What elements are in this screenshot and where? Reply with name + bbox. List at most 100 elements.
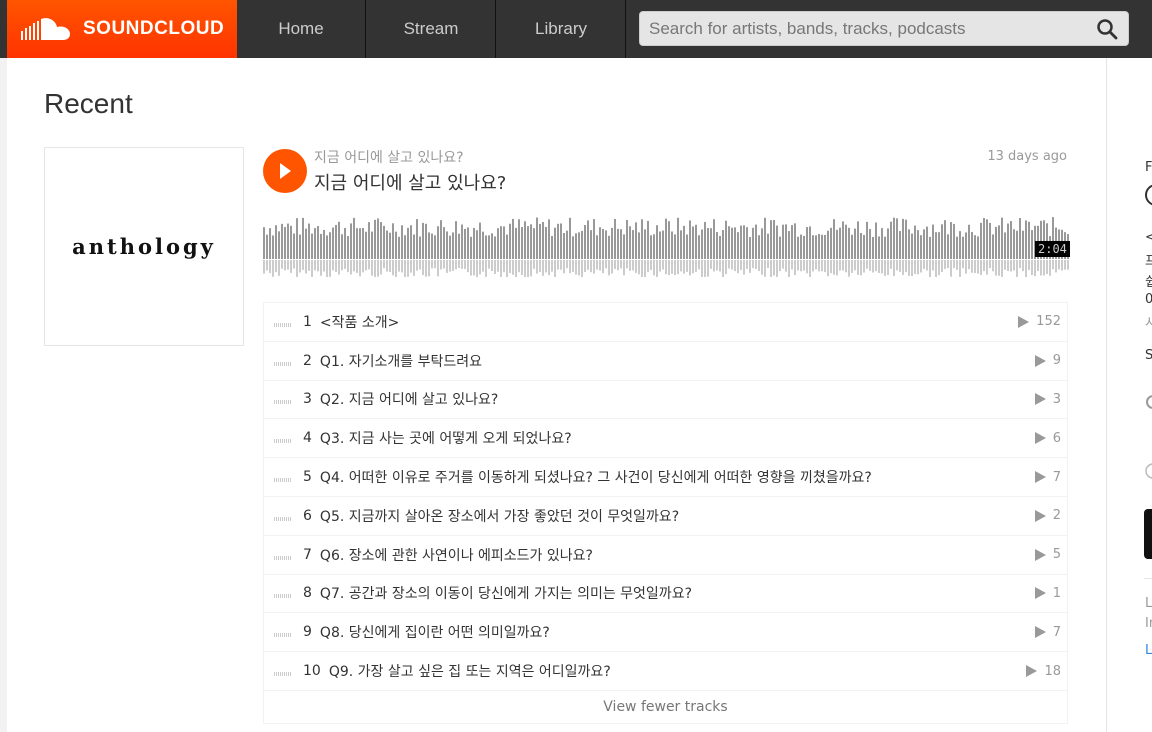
sidebar-fragment[interactable]: L xyxy=(1145,643,1152,658)
waveform-bar xyxy=(734,227,736,259)
waveform[interactable] xyxy=(263,215,1069,277)
play-count: 9 xyxy=(1034,353,1061,368)
track-title[interactable]: Q7. 공간과 장소의 이동이 당신에게 가지는 의미는 무엇일까요? xyxy=(320,583,692,603)
track-row[interactable]: 6 Q5. 지금까지 살아온 장소에서 가장 좋았던 것이 무엇일까요? 2 xyxy=(264,497,1067,536)
nav-stream[interactable]: Stream xyxy=(367,0,496,58)
waveform-reflection-bar xyxy=(335,260,337,273)
waveform-bar xyxy=(944,220,946,259)
waveform-bar xyxy=(911,233,913,259)
waveform-bar xyxy=(698,235,700,259)
waveform-bar xyxy=(1025,220,1027,259)
track-title[interactable]: Q5. 지금까지 살아온 장소에서 가장 좋았던 것이 무엇일까요? xyxy=(320,506,679,526)
nav-home[interactable]: Home xyxy=(237,0,366,58)
waveform-reflection-bar xyxy=(755,260,757,269)
waveform-reflection-bar xyxy=(608,260,610,276)
waveform-reflection-bar xyxy=(830,260,832,274)
play-button[interactable] xyxy=(263,149,307,193)
track-title[interactable]: Q8. 당신에게 집이란 어떤 의미일까요? xyxy=(320,622,550,642)
view-fewer-tracks-button[interactable]: View fewer tracks xyxy=(264,691,1067,723)
sidebar-dark-button[interactable] xyxy=(1144,509,1152,559)
track-row[interactable]: 10 Q9. 가장 살고 싶은 집 또는 지역은 어디일까요? 18 xyxy=(264,652,1067,691)
waveform-bar xyxy=(941,224,943,259)
waveform-bar xyxy=(488,235,490,259)
track-row[interactable]: 4 Q3. 지금 사는 곳에 어떻게 오게 되었나요? 6 xyxy=(264,419,1067,459)
soundcloud-logo[interactable]: SOUNDCLOUD xyxy=(7,0,237,58)
track-title[interactable]: Q9. 가장 살고 싶은 집 또는 지역은 어디일까요? xyxy=(329,661,611,681)
waveform-bar xyxy=(845,224,847,259)
track-title[interactable]: <작품 소개> xyxy=(320,312,399,332)
waveform-bar xyxy=(428,232,430,259)
waveform-reflection-bar xyxy=(1025,260,1027,277)
waveform-bar xyxy=(275,225,277,259)
play-count-icon xyxy=(1026,665,1038,678)
waveform-reflection-bar xyxy=(566,260,568,269)
waveform-reflection-bar xyxy=(647,260,649,273)
waveform-bar xyxy=(710,228,712,259)
track-row[interactable]: 5 Q4. 어떠한 이유로 주거를 이동하게 되셨나요? 그 사건이 당신에게 … xyxy=(264,458,1067,497)
waveform-bar xyxy=(878,236,880,259)
waveform-reflection-bar xyxy=(500,260,502,277)
waveform-bar xyxy=(539,223,541,259)
track-title[interactable]: Q2. 지금 어디에 살고 있나요? xyxy=(320,389,498,409)
waveform-bar xyxy=(677,217,679,259)
waveform-bar xyxy=(893,217,895,259)
waveform-reflection-bar xyxy=(338,260,340,275)
waveform-reflection-bar xyxy=(803,260,805,271)
search-icon[interactable] xyxy=(1096,18,1118,40)
top-bar: SOUNDCLOUD Home Stream Library xyxy=(0,0,1152,58)
waveform-bar xyxy=(419,236,421,259)
waveform-reflection-bar xyxy=(1037,260,1039,271)
search-input[interactable] xyxy=(640,12,1080,45)
waveform-reflection-bar xyxy=(704,260,706,277)
track-row[interactable]: 7 Q6. 장소에 관한 사연이나 에피소드가 있나요? 5 xyxy=(264,536,1067,575)
waveform-reflection-bar xyxy=(440,260,442,270)
waveform-reflection-bar xyxy=(515,260,517,277)
track-row[interactable]: 1 <작품 소개> 152 xyxy=(264,303,1067,342)
waveform-reflection-bar xyxy=(314,260,316,271)
track-title[interactable]: Q6. 장소에 관한 사연이나 에피소드가 있나요? xyxy=(320,545,593,565)
waveform-reflection-bar xyxy=(701,260,703,277)
waveform-bar xyxy=(443,227,445,259)
play-count-value: 1 xyxy=(1052,585,1061,601)
waveform-reflection-bar xyxy=(791,260,793,270)
waveform-bar xyxy=(701,229,703,259)
waveform-bar xyxy=(767,233,769,259)
track-row[interactable]: 9 Q8. 당신에게 집이란 어떤 의미일까요? 7 xyxy=(264,613,1067,653)
waveform-bar xyxy=(857,221,859,259)
waveform-bar xyxy=(359,228,361,259)
play-count-icon xyxy=(1034,354,1046,367)
waveform-bar xyxy=(1031,230,1033,259)
track-row[interactable]: 2 Q1. 자기소개를 부탁드려요 9 xyxy=(264,342,1067,381)
waveform-reflection-bar xyxy=(446,260,448,273)
nav-library[interactable]: Library xyxy=(497,0,626,58)
waveform-reflection-bar xyxy=(347,260,349,273)
track-row[interactable]: 8 Q7. 공간과 장소의 이동이 당신에게 가지는 의미는 무엇일까요? 1 xyxy=(264,575,1067,614)
waveform-reflection-bar xyxy=(1052,260,1054,270)
track-row[interactable]: 3 Q2. 지금 어디에 살고 있나요? 3 xyxy=(264,381,1067,420)
waveform-reflection-bar xyxy=(650,260,652,271)
waveform-reflection-bar xyxy=(1028,260,1030,271)
waveform-reflection-bar xyxy=(626,260,628,269)
playlist-title[interactable]: 지금 어디에 살고 있나요? xyxy=(314,169,506,195)
waveform-bar xyxy=(431,233,433,259)
waveform-bar xyxy=(989,222,991,259)
waveform-reflection-bar xyxy=(1067,260,1069,270)
waveform-bar xyxy=(557,223,559,259)
waveform-reflection-bar xyxy=(875,260,877,272)
playlist-artwork[interactable]: anthology xyxy=(44,147,244,346)
track-title[interactable]: Q3. 지금 사는 곳에 어떻게 오게 되었나요? xyxy=(320,428,572,448)
waveform-reflection-bar xyxy=(878,260,880,273)
waveform-reflection-bar xyxy=(431,260,433,269)
track-title[interactable]: Q1. 자기소개를 부탁드려요 xyxy=(320,351,482,371)
uploader-name[interactable]: 지금 어디에 살고 있나요? xyxy=(314,147,464,167)
waveform-reflection-bar xyxy=(512,260,514,275)
waveform-bar xyxy=(1004,232,1006,259)
waveform-reflection-bar xyxy=(551,260,553,272)
waveform-bar xyxy=(905,219,907,259)
sidebar-small-icon xyxy=(1145,463,1152,479)
waveform-reflection-bar xyxy=(986,260,988,275)
waveform-reflection-bar xyxy=(812,260,814,272)
waveform-reflection-bar xyxy=(419,260,421,270)
waveform-reflection-bar xyxy=(722,260,724,277)
track-title[interactable]: Q4. 어떠한 이유로 주거를 이동하게 되셨나요? 그 사건이 당신에게 어떠… xyxy=(320,467,872,487)
